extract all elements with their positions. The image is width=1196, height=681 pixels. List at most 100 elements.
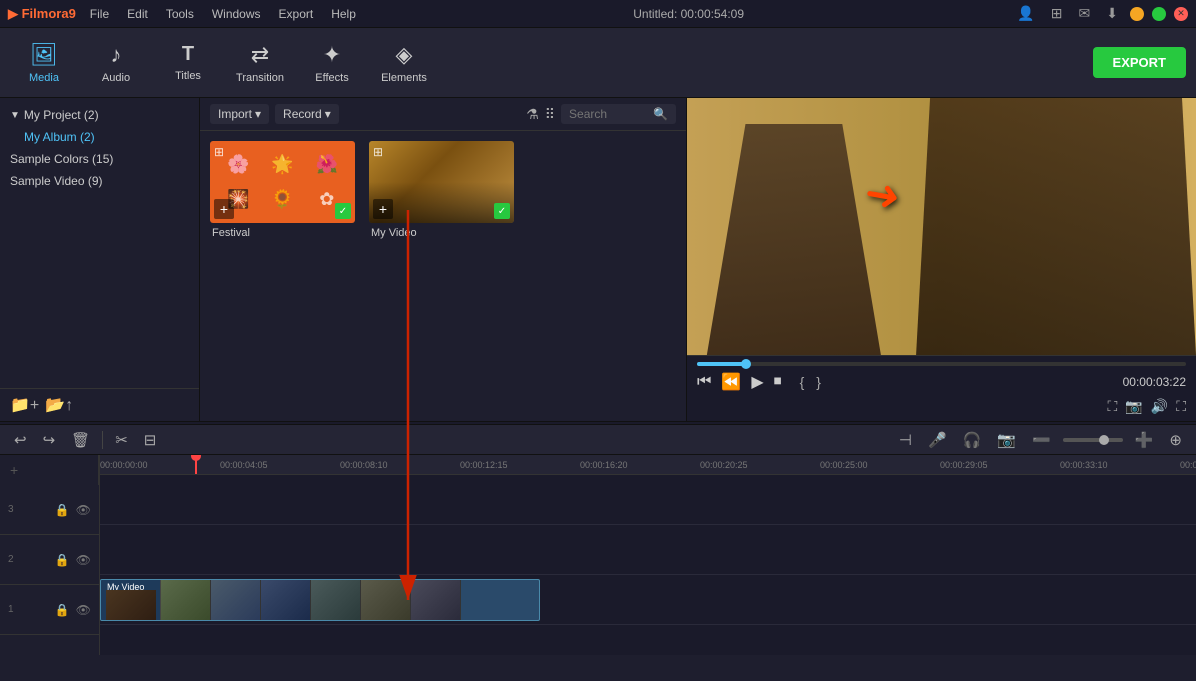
record-button[interactable]: Record ▾	[275, 104, 339, 124]
timeline-toolbar: ↩ ↪ 🗑 ✂ ⊟ ⊣ 🎤 🎧 📷 ➖ ➕ ⊕	[0, 425, 1196, 455]
preview-progress	[697, 362, 1186, 366]
add-track-button[interactable]: ⊕	[1165, 429, 1186, 451]
grid-icon[interactable]: ⊞	[1047, 5, 1067, 22]
toolbar-media[interactable]: 🖼 Media	[10, 33, 78, 93]
progress-bar[interactable]	[697, 362, 1186, 366]
tree-item-video-label: Sample Video (9)	[10, 174, 103, 188]
track-eye-1-icon[interactable]: 👁	[76, 603, 91, 617]
download-icon[interactable]: ⬇	[1102, 5, 1122, 22]
mark-in-out[interactable]: { }	[800, 374, 825, 390]
festival-icon-3: 🌺	[307, 149, 347, 180]
record-label: Record	[283, 107, 322, 121]
zoom-out-button[interactable]: ➖	[1028, 429, 1055, 451]
close-button[interactable]: ✕	[1174, 7, 1188, 21]
track-eye-2-icon[interactable]: 👁	[76, 553, 91, 567]
menu-export[interactable]: Export	[271, 5, 322, 23]
track-lane-2	[100, 525, 1196, 575]
filter-icon[interactable]: ⚗	[526, 106, 539, 123]
track-lock-2-icon[interactable]: 🔒	[55, 553, 70, 567]
add-track-icon[interactable]: +	[10, 462, 18, 478]
timeline-body: + 3 🔒 👁 2 🔒 👁 1 🔒 👁 00:00:00:00	[0, 455, 1196, 655]
toolbar-elements[interactable]: ◈ Elements	[370, 33, 438, 93]
fullscreen-preview-icon[interactable]: ⛶	[1108, 398, 1118, 415]
tree-item-project[interactable]: ▼ My Project (2)	[0, 104, 199, 126]
toolbar-media-label: Media	[29, 72, 59, 84]
snapshot-icon[interactable]: 📷	[1125, 398, 1142, 415]
export-button[interactable]: EXPORT	[1093, 47, 1186, 78]
search-icon[interactable]: 🔍	[653, 107, 668, 121]
toolbar-transition-label: Transition	[236, 72, 284, 84]
checkmark-icon: ✓	[335, 203, 351, 219]
mark-in-button[interactable]: ⊣	[895, 429, 916, 451]
import-label: Import	[218, 107, 252, 121]
ruler-row: 00:00:00:00 00:00:04:05 00:00:08:10 00:0…	[100, 455, 1196, 475]
import-button[interactable]: Import ▾	[210, 104, 269, 124]
playhead[interactable]	[195, 455, 197, 474]
progress-fill	[697, 362, 746, 366]
mic-button[interactable]: 🎤	[924, 429, 951, 451]
festival-label: Festival	[210, 227, 355, 239]
media-card-festival[interactable]: 🌸 🌟 🌺 🎇 🌻 ✿ ⊞ + ✓ Festival	[210, 141, 355, 239]
new-folder-button[interactable]: 📁+	[10, 395, 39, 415]
track-lane-1: My Video	[100, 575, 1196, 625]
track-lock-1-icon[interactable]: 🔒	[55, 603, 70, 617]
add-to-timeline-icon[interactable]: +	[214, 199, 234, 219]
track-lock-3-icon[interactable]: 🔒	[55, 503, 70, 517]
undo-button[interactable]: ↩	[10, 429, 31, 451]
menu-file[interactable]: File	[82, 5, 117, 23]
ruler-mark-1: 00:00:04:05	[220, 460, 268, 470]
zoom-slider[interactable]	[1063, 438, 1123, 442]
pip-icon[interactable]: ⛶	[1176, 398, 1186, 415]
zoom-handle[interactable]	[1099, 435, 1109, 445]
timeline-tracks: 00:00:00:00 00:00:04:05 00:00:08:10 00:0…	[100, 455, 1196, 655]
cut-button[interactable]: ✂	[111, 429, 132, 451]
toolbar-audio[interactable]: ♪ Audio	[82, 33, 150, 93]
mail-icon[interactable]: ✉	[1075, 5, 1095, 22]
record-chevron-icon: ▾	[325, 107, 331, 121]
ruler-mark-7: 00:00:29:05	[940, 460, 988, 470]
ruler-mark-4: 00:00:16:20	[580, 460, 628, 470]
tree-item-colors[interactable]: Sample Colors (15)	[0, 148, 199, 170]
delete-button[interactable]: 🗑	[67, 429, 94, 451]
track-eye-3-icon[interactable]: 👁	[76, 503, 91, 517]
app-logo: ▶ Filmora9	[8, 6, 76, 22]
video-checkmark-icon: ✓	[494, 203, 510, 219]
tree-item-album[interactable]: My Album (2)	[0, 126, 199, 148]
user-icon[interactable]: 👤	[1013, 5, 1038, 22]
stop-button[interactable]: ⏹	[774, 373, 782, 391]
video-clip-myvideo[interactable]: My Video	[100, 579, 540, 621]
grid-view-icon[interactable]: ⠿	[545, 106, 555, 123]
adjust-button[interactable]: ⊟	[140, 429, 161, 451]
minimize-button[interactable]	[1130, 7, 1144, 21]
search-input[interactable]	[569, 107, 649, 121]
menu-help[interactable]: Help	[323, 5, 364, 23]
step-back-button[interactable]: ⏪	[721, 372, 741, 392]
tree-item-video[interactable]: Sample Video (9)	[0, 170, 199, 192]
media-card-myvideo[interactable]: ⊞ + ✓ My Video	[369, 141, 514, 239]
progress-handle[interactable]	[741, 359, 751, 369]
maximize-button[interactable]	[1152, 7, 1166, 21]
menu-edit[interactable]: Edit	[119, 5, 156, 23]
play-button[interactable]: ▶	[751, 372, 763, 392]
toolbar-transition[interactable]: ⇄ Transition	[226, 33, 294, 93]
menu-tools[interactable]: Tools	[158, 5, 202, 23]
voiceover-button[interactable]: 🎧	[959, 429, 986, 451]
festival-thumbnail: 🌸 🌟 🌺 🎇 🌻 ✿ ⊞ + ✓	[210, 141, 355, 223]
toolbar-effects[interactable]: ✦ Effects	[298, 33, 366, 93]
zoom-in-button[interactable]: ➕	[1131, 429, 1158, 451]
ruler-mark-6: 00:00:25:00	[820, 460, 868, 470]
redo-button[interactable]: ↪	[39, 429, 60, 451]
snapshot-timeline-button[interactable]: 📷	[993, 429, 1020, 451]
preview-controls: ⏮ ⏪ ▶ ⏹ { } 00:00:03:22 ⛶ 📷 🔊 ⛶	[687, 355, 1196, 421]
toolbar-titles[interactable]: T Titles	[154, 33, 222, 93]
clip-thumb-6	[411, 580, 461, 620]
rewind-button[interactable]: ⏮	[697, 373, 711, 391]
import-folder-button[interactable]: 📂↑	[45, 395, 73, 415]
audio-icon: ♪	[111, 42, 122, 68]
clip-thumbnails: My Video	[101, 580, 461, 620]
media-toolbar: Import ▾ Record ▾ ⚗ ⠿ 🔍	[200, 98, 686, 131]
menu-windows[interactable]: Windows	[204, 5, 269, 23]
volume-icon[interactable]: 🔊	[1151, 398, 1168, 415]
menu-bar: File Edit Tools Windows Export Help	[82, 5, 364, 23]
video-add-to-timeline-icon[interactable]: +	[373, 199, 393, 219]
